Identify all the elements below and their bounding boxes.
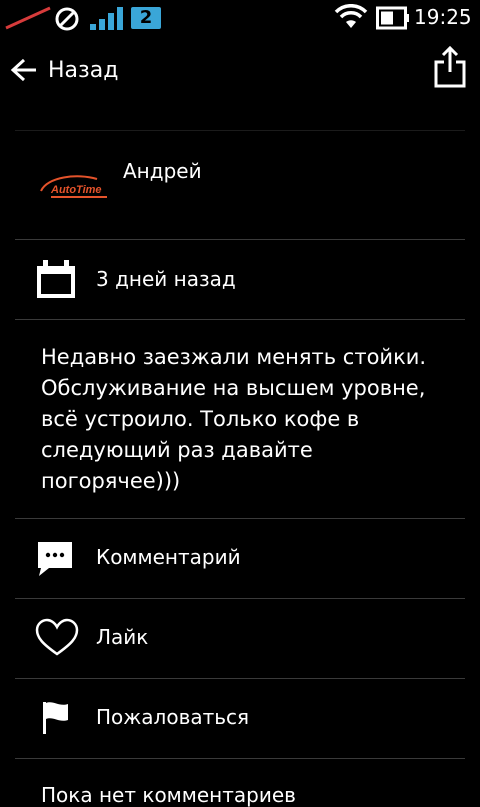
blocked-icon: [55, 7, 79, 31]
signal-strength-icon: [90, 7, 123, 30]
review-text: Недавно заезжали менять стойки. Обслужив…: [41, 345, 427, 493]
calendar-icon: [37, 260, 75, 298]
comment-label: Комментарий: [96, 545, 241, 569]
author-name: Андрей: [123, 159, 202, 183]
review-text-row: Недавно заезжали менять стойки. Обслужив…: [15, 320, 465, 519]
comment-button[interactable]: Комментарий: [15, 519, 465, 599]
report-label: Пожаловаться: [96, 705, 250, 729]
no-comments-text: Пока нет комментариев: [41, 783, 296, 807]
like-label: Лайк: [96, 625, 149, 649]
comment-icon: [38, 542, 72, 576]
wifi-icon: [334, 4, 368, 28]
svg-text:AutoTime: AutoTime: [50, 184, 102, 196]
report-button[interactable]: Пожаловаться: [15, 679, 465, 759]
flag-icon: [43, 702, 68, 734]
author-row: AutoTime Андрей: [15, 131, 465, 240]
clock: 19:25: [414, 5, 472, 29]
date-row: 3 дней назад: [15, 240, 465, 320]
battery-icon: [376, 6, 409, 30]
status-bar: 2 19:25: [0, 0, 480, 36]
autotime-logo: AutoTime: [40, 175, 107, 198]
back-button[interactable]: Назад: [10, 52, 118, 88]
sim-slot-badge: 2: [131, 7, 161, 29]
share-icon[interactable]: [430, 46, 470, 90]
review-card: AutoTime Андрей 3 дней назад Недавно зае…: [15, 130, 465, 807]
review-date: 3 дней назад: [96, 267, 236, 291]
header: Назад: [0, 36, 480, 104]
arrow-left-icon: [10, 58, 36, 82]
heart-icon: [35, 618, 79, 656]
like-button[interactable]: Лайк: [15, 599, 465, 679]
back-label: Назад: [48, 57, 119, 83]
no-sim-icon: [5, 6, 51, 30]
